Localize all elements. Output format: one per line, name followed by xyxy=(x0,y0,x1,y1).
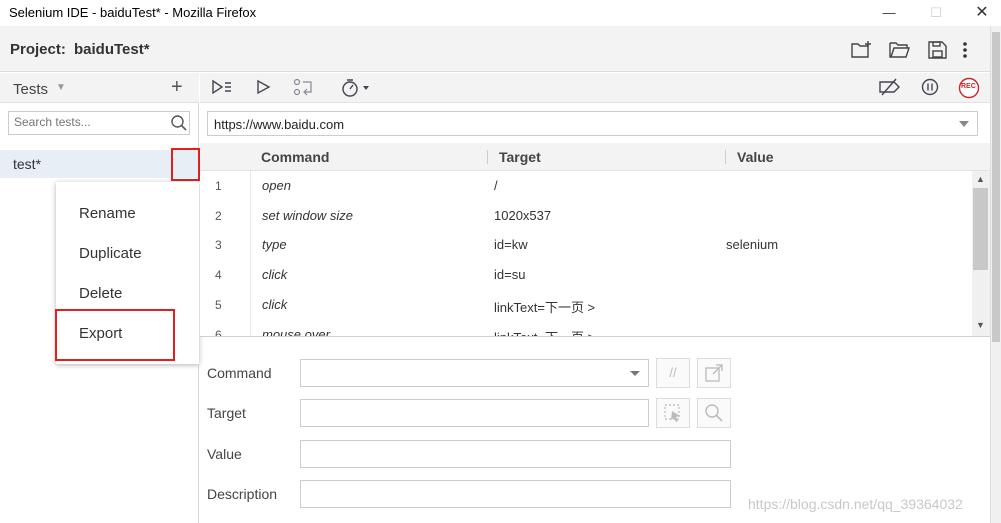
run-current-test-icon[interactable] xyxy=(256,78,272,99)
project-name[interactable]: baiduTest* xyxy=(74,41,150,58)
command-input[interactable] xyxy=(301,360,648,386)
column-target: Target xyxy=(499,149,541,165)
external-link-icon xyxy=(705,364,723,382)
window-scrollbar-thumb[interactable] xyxy=(992,32,1000,342)
scroll-up-icon[interactable]: ▲ xyxy=(976,174,985,184)
row-number: 2 xyxy=(215,209,222,223)
tests-sidebar-header: Tests ▼ + xyxy=(0,73,199,103)
target-field[interactable] xyxy=(300,399,649,427)
search-icon[interactable] xyxy=(170,114,188,135)
minimize-button[interactable]: — xyxy=(877,3,901,23)
export-highlight xyxy=(55,309,175,361)
menu-item-delete[interactable]: Delete xyxy=(79,285,122,302)
value-input[interactable] xyxy=(301,441,730,467)
search-tests-input[interactable] xyxy=(14,115,164,129)
table-scrollbar[interactable]: ▲ ▼ xyxy=(972,171,990,336)
commands-table-body: 1 open / 2 set window size 1020x537 3 ty… xyxy=(200,171,972,336)
select-target-icon xyxy=(664,404,680,422)
command-label: Command xyxy=(207,365,272,381)
menu-item-rename[interactable]: Rename xyxy=(79,205,136,222)
row-number: 1 xyxy=(215,179,222,193)
table-row[interactable]: 2 set window size 1020x537 xyxy=(200,201,972,231)
window-title: Selenium IDE - baiduTest* - Mozilla Fire… xyxy=(9,5,257,20)
chevron-down-icon[interactable] xyxy=(959,121,969,127)
row-command: click xyxy=(262,297,288,312)
value-field[interactable] xyxy=(300,440,731,468)
sidebar-item-test[interactable]: test* xyxy=(0,150,199,178)
open-reference-button[interactable] xyxy=(697,358,731,388)
record-label: REC xyxy=(961,83,976,90)
column-value: Value xyxy=(737,149,774,165)
new-project-icon[interactable] xyxy=(851,40,873,60)
save-project-icon[interactable] xyxy=(927,40,949,60)
test-speed-icon[interactable] xyxy=(340,78,372,101)
target-label: Target xyxy=(207,405,246,421)
table-row[interactable]: 1 open / xyxy=(200,171,972,201)
base-url-combobox[interactable]: https://www.baidu.com xyxy=(207,111,978,136)
description-input[interactable] xyxy=(301,481,730,507)
find-target-button[interactable] xyxy=(697,398,731,428)
row-target: / xyxy=(494,178,498,193)
select-target-button[interactable] xyxy=(656,398,690,428)
table-row[interactable]: 4 click id=su xyxy=(200,260,972,290)
window-scrollbar[interactable] xyxy=(990,26,1001,523)
chevron-down-icon[interactable]: ▼ xyxy=(56,82,66,93)
row-target: 1020x537 xyxy=(494,208,552,223)
search-tests-box[interactable] xyxy=(8,111,190,135)
pause-on-exceptions-icon[interactable] xyxy=(921,78,941,101)
row-command: mouse over xyxy=(262,327,330,336)
row-target: id=su xyxy=(494,267,526,282)
row-number: 4 xyxy=(215,268,222,282)
main-toolbar: REC xyxy=(200,73,990,103)
column-separator xyxy=(725,150,726,164)
comment-button[interactable]: // xyxy=(656,358,690,388)
description-field[interactable] xyxy=(300,480,731,508)
column-separator xyxy=(487,150,488,164)
row-number: 6 xyxy=(215,328,222,336)
command-field[interactable] xyxy=(300,359,649,387)
table-scrollbar-thumb[interactable] xyxy=(973,188,988,270)
row-target: linkText=下一页 > xyxy=(494,327,595,336)
watermark: https://blog.csdn.net/qq_39364032 xyxy=(748,496,963,512)
table-row[interactable]: 5 click linkText=下一页 > xyxy=(200,290,972,320)
table-row[interactable]: 3 type id=kw selenium xyxy=(200,230,972,260)
test-more-button[interactable] xyxy=(171,148,200,181)
run-all-tests-icon[interactable] xyxy=(211,78,233,99)
step-over-icon[interactable] xyxy=(293,78,315,99)
row-value: selenium xyxy=(726,237,779,252)
row-command: click xyxy=(262,267,288,282)
scroll-down-icon[interactable]: ▼ xyxy=(976,320,985,330)
open-project-icon[interactable] xyxy=(889,40,911,60)
description-label: Description xyxy=(207,486,278,502)
row-command: type xyxy=(262,237,287,252)
column-command: Command xyxy=(261,149,330,165)
add-test-button[interactable]: + xyxy=(171,76,183,99)
row-command: set window size xyxy=(262,208,354,223)
record-icon[interactable]: REC xyxy=(958,77,980,102)
value-label: Value xyxy=(207,446,242,462)
menu-item-duplicate[interactable]: Duplicate xyxy=(79,245,142,262)
table-row[interactable]: 6 mouse over linkText=下一页 > xyxy=(200,320,972,336)
more-options-icon[interactable] xyxy=(958,40,972,60)
project-label: Project: xyxy=(10,41,66,58)
window-titlebar: Selenium IDE - baiduTest* - Mozilla Fire… xyxy=(0,0,1001,26)
disable-breakpoints-icon[interactable] xyxy=(878,78,902,99)
panel-divider[interactable] xyxy=(200,336,990,337)
project-header: Project: baiduTest* xyxy=(0,26,990,72)
chevron-down-icon[interactable] xyxy=(630,371,640,376)
close-window-button[interactable]: ✕ xyxy=(970,3,994,23)
maximize-button[interactable]: ☐ xyxy=(924,3,948,23)
row-number: 5 xyxy=(215,298,222,312)
search-icon xyxy=(705,404,723,422)
row-target: id=kw xyxy=(494,237,528,252)
base-url-value: https://www.baidu.com xyxy=(214,117,345,132)
row-command: open xyxy=(262,178,291,193)
tests-dropdown-label[interactable]: Tests xyxy=(13,81,48,98)
row-number: 3 xyxy=(215,238,222,252)
test-name: test* xyxy=(13,156,42,172)
commands-table-header: Command Target Value xyxy=(200,143,990,171)
row-target: linkText=下一页 > xyxy=(494,300,596,315)
target-input[interactable] xyxy=(301,400,648,426)
